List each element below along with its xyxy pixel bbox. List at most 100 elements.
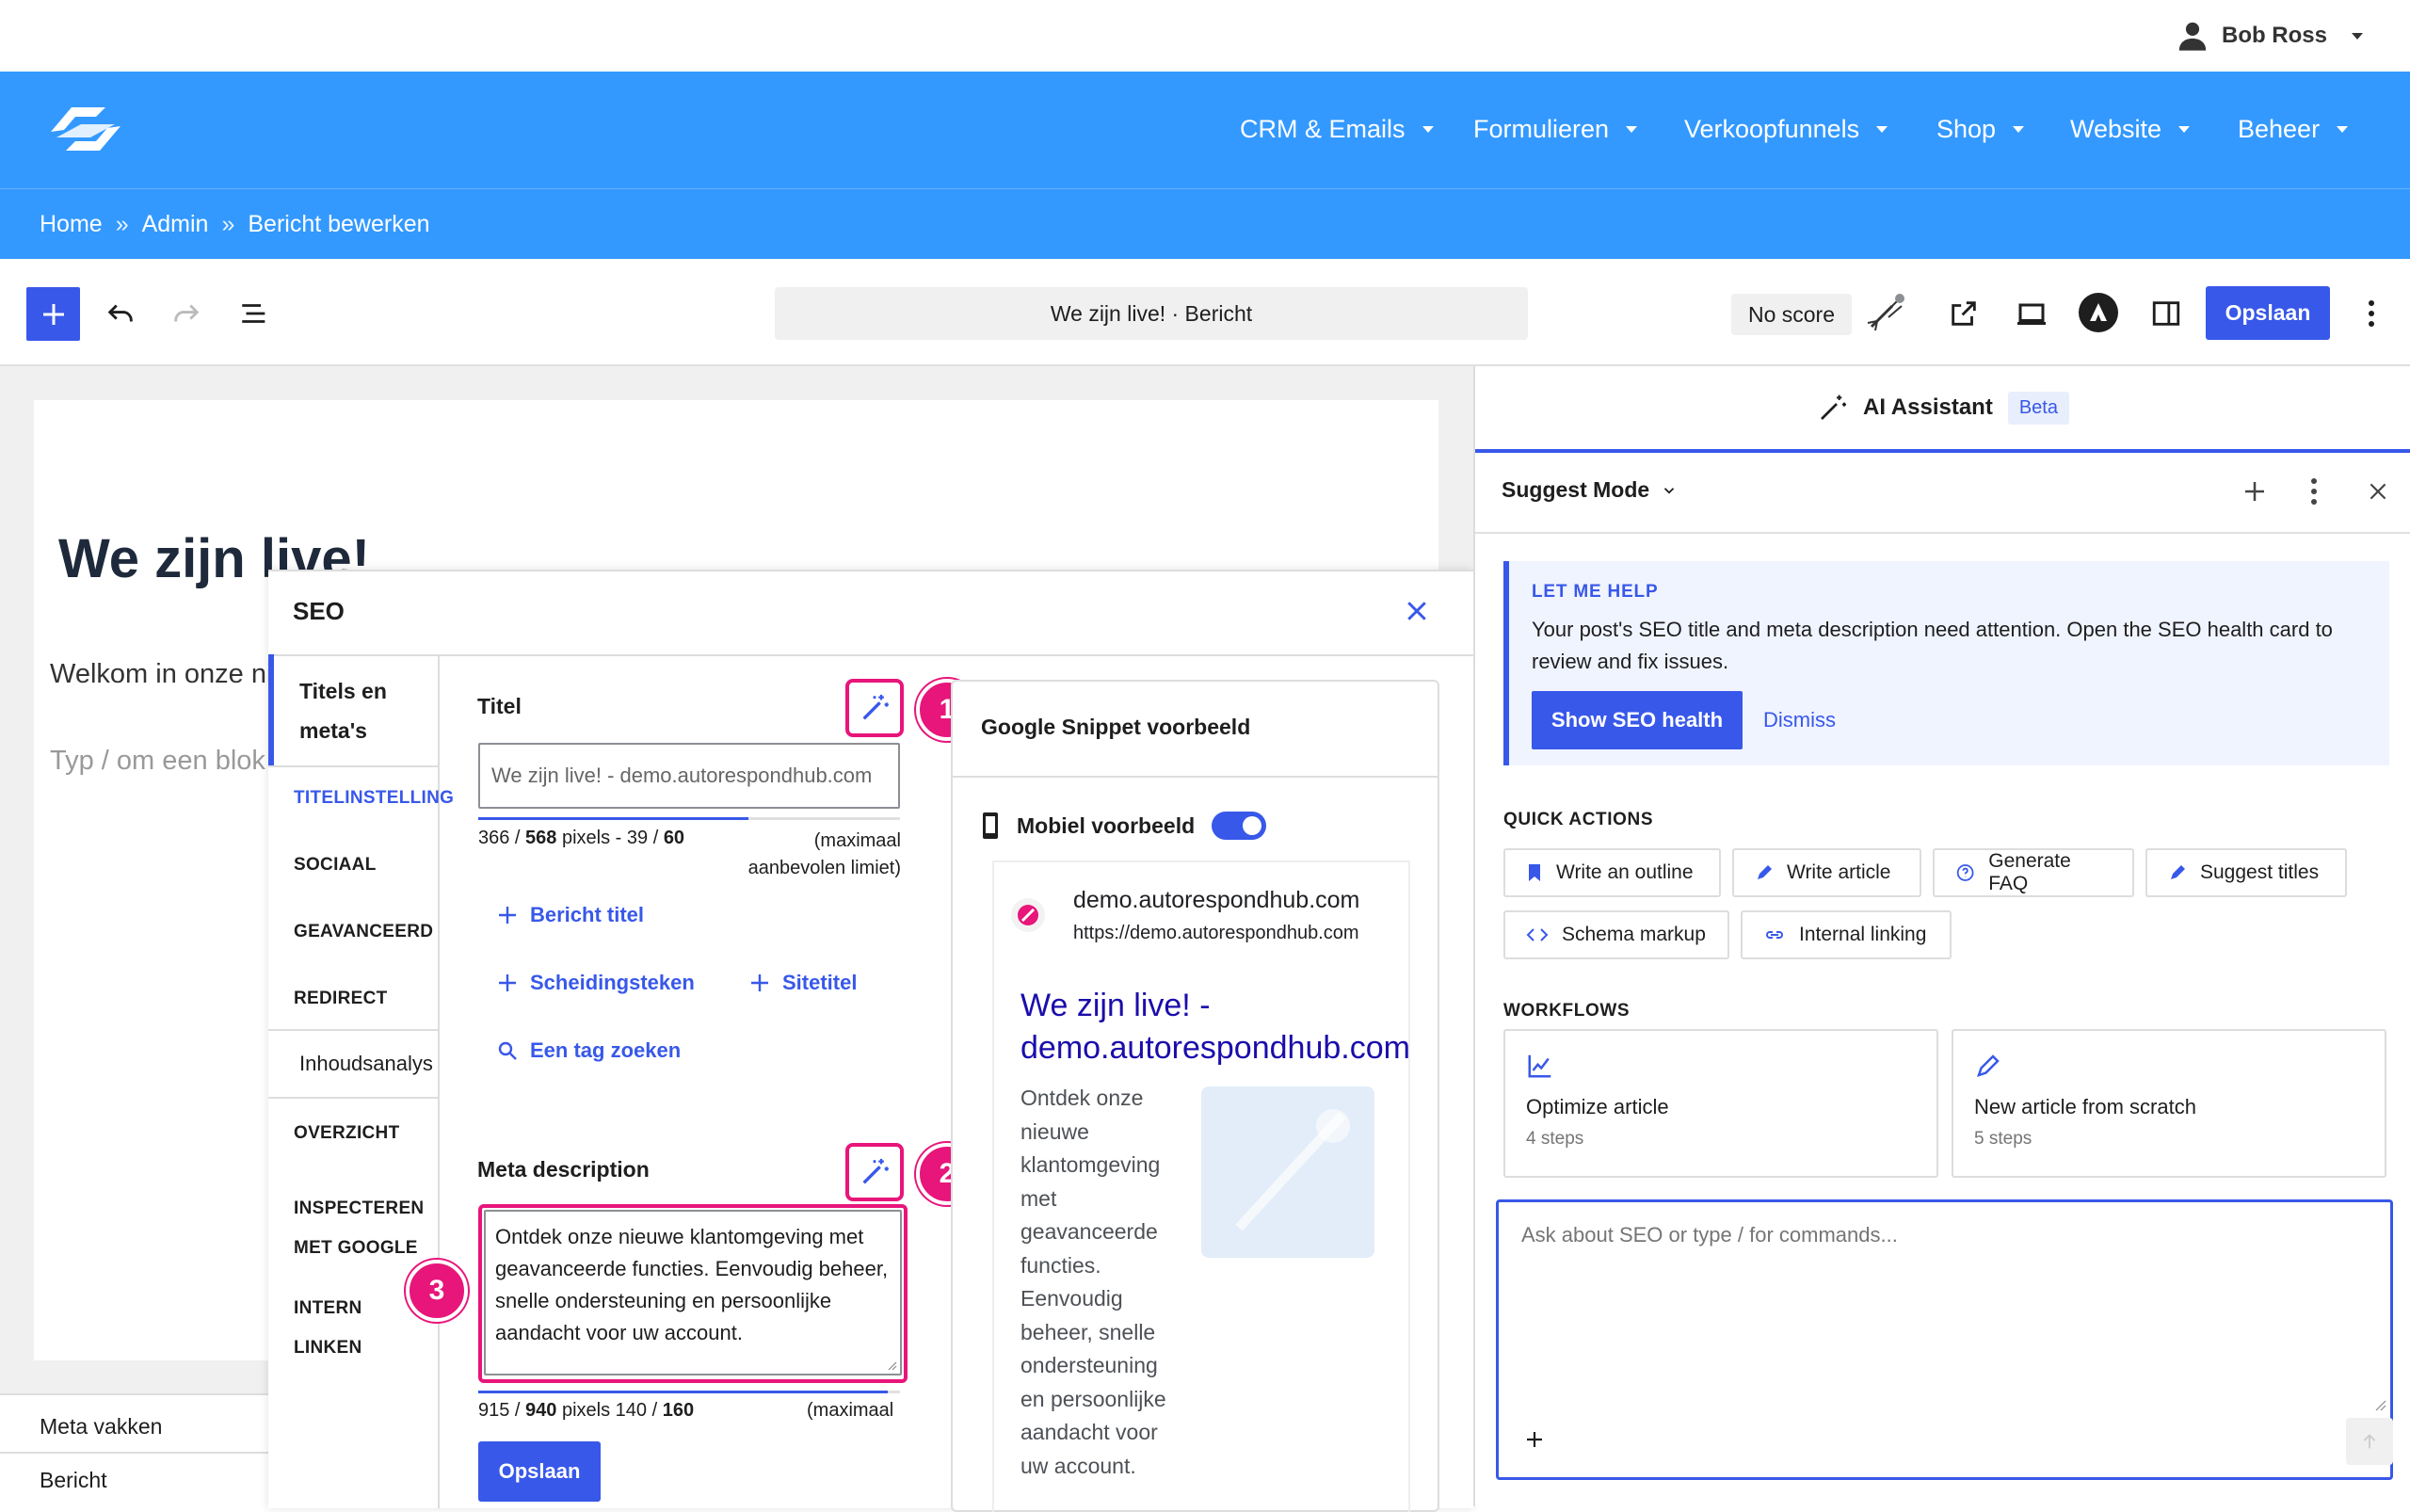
seo-tab-titles-metas[interactable]: Titels en meta's — [268, 654, 438, 767]
search-tag-button[interactable]: Een tag zoeken — [496, 1038, 681, 1063]
send-button[interactable] — [2346, 1418, 2393, 1465]
nav-shop[interactable]: Shop — [1936, 105, 2025, 153]
workflow-new-article[interactable]: New article from scratch 5 steps — [1952, 1029, 2386, 1178]
snippet-description: Ontdek onze nieuwe klantomgeving met gea… — [1020, 1086, 1166, 1478]
meta-boxes-tab[interactable]: Meta vakken — [40, 1414, 162, 1440]
code-icon — [1526, 928, 1549, 941]
breadcrumb-admin[interactable]: Admin — [142, 211, 209, 238]
ai-assistant-header: AI Assistant Beta — [1475, 366, 2410, 449]
nav-beheer[interactable]: Beheer — [2238, 105, 2349, 153]
meta-length-bar — [478, 1391, 900, 1393]
breadcrumb-home[interactable]: Home — [40, 211, 103, 238]
quick-action-label: Internal linking — [1799, 924, 1927, 945]
ai-wand-meta-button[interactable] — [845, 1143, 904, 1201]
post-paragraph[interactable]: Welkom in onze ni — [50, 659, 272, 690]
undo-button[interactable] — [100, 293, 141, 334]
view-post-button[interactable] — [1943, 293, 1984, 334]
quick-action-internal-linking[interactable]: Internal linking — [1741, 910, 1952, 959]
dismiss-button[interactable]: Dismiss — [1763, 708, 1836, 732]
resize-handle-icon[interactable] — [2373, 1398, 2386, 1411]
mode-bar: Suggest Mode — [1475, 453, 2410, 534]
title-counter: 366 / 568 pixels - 39 / 60 — [478, 828, 684, 849]
snippet-thumbnail — [1201, 1086, 1374, 1258]
redo-button[interactable] — [166, 293, 207, 334]
seo-save-button[interactable]: Opslaan — [478, 1441, 601, 1502]
magic-wand-icon — [862, 694, 889, 720]
close-icon — [1407, 602, 1426, 620]
ai-assistant-tab[interactable]: AI Assistant Beta — [1475, 366, 2410, 453]
chat-input-box[interactable]: Ask about SEO or type / for commands... — [1496, 1199, 2393, 1480]
quick-action-faq[interactable]: Generate FAQ — [1933, 848, 2134, 897]
close-button[interactable] — [1403, 597, 1431, 625]
new-chat-button[interactable] — [2241, 477, 2269, 506]
quick-action-write-article[interactable]: Write article — [1732, 848, 1921, 897]
seo-title-input[interactable]: We zijn live! - demo.autorespondhub.com — [478, 743, 900, 809]
seo-subtab-social[interactable]: SOCIAAL — [294, 855, 377, 876]
quick-action-schema[interactable]: Schema markup — [1503, 910, 1729, 959]
settings-sidebar-button[interactable] — [2145, 293, 2187, 334]
seo-score-badge[interactable]: No score — [1731, 294, 1852, 335]
rocket-icon — [1867, 294, 1904, 331]
seo-subtab-internal-links[interactable]: INTERN LINKEN — [294, 1289, 426, 1368]
nav-crm-emails[interactable]: CRM & Emails — [1240, 105, 1434, 153]
workflow-optimize-article[interactable]: Optimize article 4 steps — [1503, 1029, 1938, 1178]
close-panel-button[interactable] — [2366, 479, 2390, 504]
resize-handle-icon[interactable] — [886, 1359, 897, 1371]
nav-website[interactable]: Website — [2070, 105, 2191, 153]
snippet-site-name: demo.autorespondhub.com — [1073, 887, 1360, 913]
brand-logo-icon[interactable] — [43, 96, 128, 162]
show-seo-health-button[interactable]: Show SEO health — [1532, 691, 1743, 749]
ai-wand-title-button[interactable] — [845, 679, 904, 737]
seo-subtab-inspect-google[interactable]: INSPECTEREN MET GOOGLE — [294, 1189, 426, 1268]
counter-text: 366 / — [478, 828, 526, 848]
help-notice: LET ME HELP Your post's SEO title and me… — [1503, 561, 2389, 765]
laptop-icon — [2017, 303, 2046, 325]
meta-description-value: Ontdek onze nieuwe klantomgeving met gea… — [495, 1225, 889, 1344]
nav-formulieren[interactable]: Formulieren — [1473, 105, 1638, 153]
nav-verkoopfunnels[interactable]: Verkoopfunnels — [1684, 105, 1888, 153]
snippet-site-url: https://demo.autorespondhub.com — [1073, 923, 1359, 943]
seo-subtab-advanced[interactable]: GEAVANCEERD — [294, 922, 433, 942]
mobile-preview-toggle[interactable] — [1212, 812, 1267, 840]
workflow-steps: 5 steps — [1974, 1129, 2032, 1149]
chevron-down-icon — [2013, 125, 2025, 133]
more-options-button[interactable] — [2351, 293, 2392, 334]
quick-action-label: Write an outline — [1556, 861, 1694, 883]
insert-post-title-button[interactable]: Bericht titel — [496, 903, 644, 927]
title-counter-note: (maximaal aanbevolen limiet) — [747, 830, 901, 878]
main-navigation: CRM & Emails Formulieren Verkoopfunnels … — [0, 72, 2410, 188]
plus-icon — [499, 907, 516, 924]
insert-site-title-button[interactable]: Sitetitel — [748, 971, 857, 995]
seo-tab-content-analysis[interactable]: Inhoudsanalys — [299, 1052, 433, 1076]
divider — [0, 1452, 268, 1454]
meta-description-textarea[interactable]: Ontdek onze nieuwe klantomgeving met gea… — [484, 1210, 902, 1375]
snippet-title[interactable]: We zijn live! - demo.autorespondhub.com — [1020, 985, 1408, 1070]
preview-device-button[interactable] — [2011, 293, 2052, 334]
seo-subtab-title-settings[interactable]: TITELINSTELLING — [294, 788, 454, 809]
titel-label: Titel — [477, 694, 522, 718]
mode-dropdown[interactable]: Suggest Mode — [1502, 477, 1678, 503]
document-overview-button[interactable] — [233, 293, 275, 334]
attach-button[interactable] — [1523, 1428, 1546, 1451]
counter-max: 160 — [662, 1400, 695, 1421]
astra-settings-button[interactable] — [2078, 292, 2119, 333]
quick-action-outline[interactable]: Write an outline — [1503, 848, 1721, 897]
add-block-button[interactable] — [26, 287, 80, 341]
seo-title-value: We zijn live! - demo.autorespondhub.com — [491, 764, 873, 787]
panel-options-button[interactable] — [2309, 477, 2319, 506]
quick-action-suggest-titles[interactable]: Suggest titles — [2145, 848, 2347, 897]
user-menu[interactable]: Bob Ross — [2177, 17, 2363, 55]
post-breadcrumb-item[interactable]: Bericht — [40, 1468, 107, 1493]
save-button[interactable]: Opslaan — [2206, 286, 2330, 340]
chevron-down-icon — [1626, 125, 1638, 133]
user-icon — [2177, 20, 2209, 52]
seo-subtab-overview[interactable]: OVERZICHT — [294, 1123, 399, 1144]
snippet-header: Google Snippet voorbeeld — [953, 682, 1438, 778]
seo-rocket-button[interactable] — [1861, 290, 1908, 337]
editor-toolbar: We zijn live! · Bericht No score Opslaan — [0, 259, 2410, 366]
insert-separator-button[interactable]: Scheidingsteken — [496, 971, 695, 995]
seo-modal: SEO Titels en meta's TITELINSTELLING SOC… — [268, 570, 1473, 1512]
seo-subtab-redirect[interactable]: REDIRECT — [294, 989, 388, 1009]
block-placeholder[interactable]: Typ / om een blok — [50, 746, 265, 777]
document-title-bar[interactable]: We zijn live! · Bericht — [775, 287, 1528, 340]
